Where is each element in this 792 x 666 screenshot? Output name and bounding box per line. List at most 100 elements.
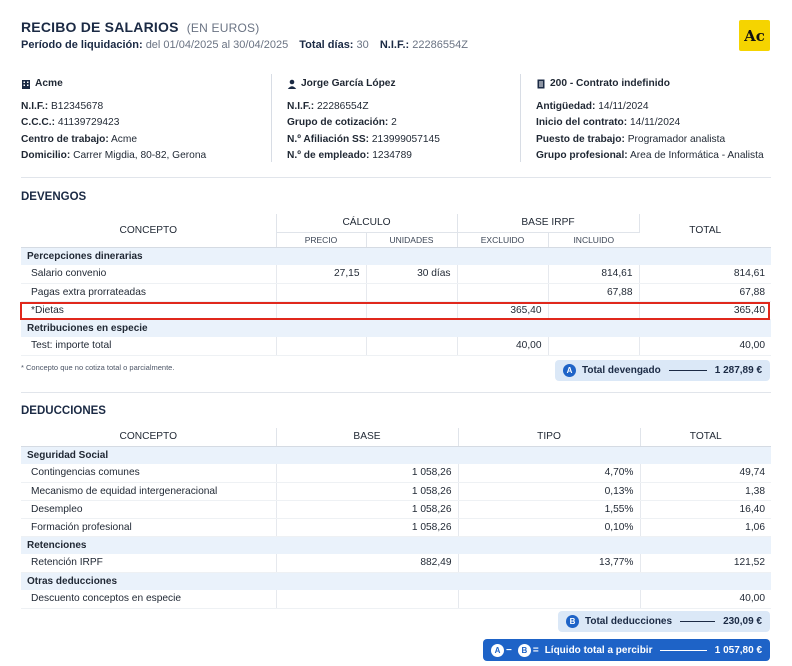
contract-group-label: Grupo profesional: xyxy=(536,150,628,161)
concept-cell: Mecanismo de equidad intergeneracional xyxy=(21,482,277,501)
employee-ss-label: N.º Afiliación SS: xyxy=(287,133,370,145)
section-divider xyxy=(21,392,771,393)
base-cell: 1 058,26 xyxy=(276,464,459,483)
badge-b: B xyxy=(517,643,531,657)
contract-start-label: Inicio del contrato: xyxy=(536,117,628,128)
category-row: Otras deducciones xyxy=(21,572,771,590)
header-nif-label: N.I.F.: xyxy=(379,39,410,51)
type-cell: 4,70% xyxy=(458,464,641,483)
base-cell: 1 058,26 xyxy=(276,482,459,501)
days-label: Total días: xyxy=(299,39,354,51)
included-cell xyxy=(548,301,640,320)
employee-group-label: Grupo de cotización: xyxy=(287,117,389,128)
category-row: Seguridad Social xyxy=(21,446,771,464)
concept-cell: Descuento conceptos en especie xyxy=(21,590,277,609)
total-cell: 16,40 xyxy=(640,500,771,519)
employee-group: 2 xyxy=(391,117,397,128)
badge-a: A xyxy=(491,643,504,657)
contract-position-label: Puesto de trabajo: xyxy=(536,133,625,145)
col-concept: CONCEPTO xyxy=(21,428,277,447)
title-unit: (EN EUROS) xyxy=(186,21,260,35)
table-row: Descuento conceptos en especie 40,00 xyxy=(21,590,771,609)
period-line: Período de liquidación: del 01/04/2025 a… xyxy=(21,39,476,51)
deducciones-title: DEDUCCIONES xyxy=(21,405,106,417)
company-info: Acme N.I.F.: B12345678 C.C.C.: 411397294… xyxy=(21,76,261,165)
company-ccc-label: C.C.C.: xyxy=(21,117,55,128)
base-cell: 1 058,26 xyxy=(276,518,459,537)
period-value: del 01/04/2025 al 30/04/2025 xyxy=(145,39,289,51)
company-address: Carrer Migdia, 80-82, Gerona xyxy=(73,150,207,161)
leader-line xyxy=(668,370,707,371)
price-cell xyxy=(276,337,367,356)
concept-cell: Salario convenio xyxy=(21,265,277,284)
column-divider xyxy=(271,74,272,162)
contract-title: 200 - Contrato indefinido xyxy=(550,78,670,89)
devengos-table: CONCEPTO CÁLCULO BASE IRPF TOTAL PRECIO … xyxy=(21,214,771,356)
type-cell: 0,10% xyxy=(458,518,641,537)
total-cell: 1,38 xyxy=(640,482,771,501)
total-devengado-pill: A Total devengado 1 287,89 € xyxy=(555,360,770,381)
badge-a: A xyxy=(563,364,576,377)
page-title: RECIBO DE SALARIOS (EN EUROS) xyxy=(21,19,259,35)
col-base-irpf: BASE IRPF xyxy=(457,214,640,233)
company-logo: Ac xyxy=(739,20,770,51)
total-cell: 365,40 xyxy=(639,301,771,320)
person-icon xyxy=(287,79,297,90)
col-total: TOTAL xyxy=(640,428,771,447)
type-cell xyxy=(458,590,641,609)
section-divider xyxy=(21,177,771,178)
total-cell: 49,74 xyxy=(640,464,771,483)
company-ccc: 41139729423 xyxy=(57,117,120,128)
units-cell xyxy=(366,337,458,356)
category-row: Retribuciones en especie xyxy=(21,319,771,337)
table-row: Desempleo 1 058,26 1,55% 16,40 xyxy=(21,500,771,519)
col-price: PRECIO xyxy=(276,232,367,248)
period-label: Período de liquidación: xyxy=(21,39,143,51)
price-cell xyxy=(276,283,367,302)
type-cell: 1,55% xyxy=(458,500,641,519)
col-concept: CONCEPTO xyxy=(21,214,277,248)
category-row: Percepciones dinerarias xyxy=(21,247,771,265)
company-address-label: Domicilio: xyxy=(21,150,71,161)
units-cell xyxy=(366,283,458,302)
units-cell xyxy=(366,301,458,320)
contract-group: Area de Informática - Analista xyxy=(629,150,764,161)
concept-cell: Retención IRPF xyxy=(21,554,277,573)
company-nif-label: N.I.F.: xyxy=(21,100,49,112)
company-center-label: Centro de trabajo: xyxy=(21,133,109,145)
table-row: *Dietas 365,40 365,40 xyxy=(21,301,771,320)
table-row: Retención IRPF 882,49 13,77% 121,52 xyxy=(21,554,771,573)
price-cell xyxy=(276,301,367,320)
company-name: Acme xyxy=(35,78,63,89)
concept-cell: Desempleo xyxy=(21,500,277,519)
total-cell: 40,00 xyxy=(640,590,771,609)
employee-ss: 213999057145 xyxy=(371,133,440,145)
building-icon xyxy=(22,80,30,90)
title-text: RECIBO DE SALARIOS xyxy=(21,19,179,35)
table-row: Test: importe total 40,00 40,00 xyxy=(21,337,771,356)
excluded-cell: 365,40 xyxy=(457,301,549,320)
column-divider xyxy=(520,74,521,162)
document-icon xyxy=(537,79,545,89)
col-base: BASE xyxy=(276,428,459,447)
category-row: Retenciones xyxy=(21,536,771,554)
employee-nif-label: N.I.F.: xyxy=(287,100,315,112)
col-calc: CÁLCULO xyxy=(276,214,458,233)
excluded-cell: 40,00 xyxy=(457,337,549,356)
deducciones-table: CONCEPTO BASE TIPO TOTAL Seguridad Socia… xyxy=(21,428,771,609)
concept-cell: Test: importe total xyxy=(21,337,277,356)
total-deducciones-label: Total deducciones xyxy=(585,616,673,627)
contract-info: 200 - Contrato indefinido Antigüedad: 14… xyxy=(536,76,776,165)
total-deducciones-pill: B Total deducciones 230,09 € xyxy=(558,611,770,632)
total-cell: 814,61 xyxy=(639,265,771,284)
company-center: Acme xyxy=(111,133,138,145)
table-row: Salario convenio 27,15 30 días 814,61 81… xyxy=(21,265,771,284)
col-excluded: EXCLUIDO xyxy=(457,232,549,248)
excluded-cell xyxy=(457,265,549,284)
included-cell: 67,88 xyxy=(548,283,640,302)
net-pay-value: 1 057,80 € xyxy=(714,644,762,656)
units-cell: 30 días xyxy=(366,265,458,284)
concept-cell: Formación profesional xyxy=(21,518,277,537)
company-nif: B12345678 xyxy=(51,100,104,112)
concept-cell: *Dietas xyxy=(21,301,277,320)
